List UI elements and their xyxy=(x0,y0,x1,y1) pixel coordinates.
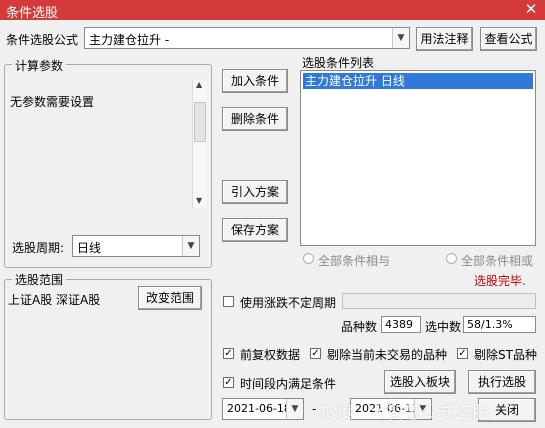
params-scrollbar[interactable]: ▲ ▼ xyxy=(192,80,207,208)
change-range-button[interactable]: 改变范围 xyxy=(138,286,202,310)
start-date-value: 2021-06-18 xyxy=(227,402,291,415)
time-range-checkbox[interactable]: ✓ xyxy=(223,377,234,388)
range-title: 选股范围 xyxy=(12,271,67,288)
time-range-label: 时间段内满足条件 xyxy=(240,377,337,391)
add-condition-button[interactable]: 加入条件 xyxy=(222,69,288,93)
all-and-label: 全部条件相与 xyxy=(318,254,391,268)
view-formula-button[interactable]: 查看公式 xyxy=(480,27,537,51)
selected-count-value: 58/1.3% xyxy=(463,316,536,333)
conditions-list[interactable]: 主力建仓拉升 日线 xyxy=(300,70,536,246)
variable-period-checkbox[interactable] xyxy=(223,296,234,307)
variable-period-label: 使用涨跌不定周期 xyxy=(240,296,337,310)
total-count-value: 4389 xyxy=(381,316,421,333)
close-icon[interactable]: ✕ xyxy=(520,0,542,18)
scroll-up-icon[interactable]: ▲ xyxy=(196,80,202,89)
params-message: 无参数需要设置 xyxy=(10,95,95,109)
date-separator: - xyxy=(312,402,317,416)
exclude-st-checkbox[interactable]: ✓ xyxy=(457,348,468,359)
exclude-untraded-label: 剔除当前未交易的品种 xyxy=(327,348,448,362)
delete-condition-button[interactable]: 删除条件 xyxy=(222,107,288,131)
start-date-picker[interactable]: 2021-06-18 ▼ xyxy=(222,398,304,420)
status-text: 选股完毕. xyxy=(474,274,526,288)
scroll-down-icon[interactable]: ▼ xyxy=(196,196,202,205)
formula-value: 主力建仓拉升 - xyxy=(89,33,170,47)
end-date-picker[interactable]: 2021-06-13 ▼ xyxy=(350,398,432,420)
scroll-thumb[interactable] xyxy=(194,102,206,142)
chevron-down-icon[interactable]: ▼ xyxy=(392,28,409,48)
list-item[interactable]: 主力建仓拉升 日线 xyxy=(303,73,533,89)
all-or-radio[interactable] xyxy=(446,253,457,264)
conditions-title: 选股条件列表 xyxy=(302,56,375,70)
window-title: 条件选股 xyxy=(6,6,59,21)
selected-count-label: 选中数 xyxy=(425,320,462,334)
execute-button[interactable]: 执行选股 xyxy=(468,370,536,394)
add-to-block-button[interactable]: 选股入板块 xyxy=(384,370,456,394)
all-or-label: 全部条件相或 xyxy=(461,254,534,268)
usage-note-button[interactable]: 用法注释 xyxy=(416,27,473,51)
period-dropdown[interactable]: 日线 ▼ xyxy=(72,235,200,257)
exclude-st-label: 剔除ST品种 xyxy=(474,348,537,362)
range-value: 上证A股 深证A股 xyxy=(8,293,101,307)
exclude-untraded-checkbox[interactable]: ✓ xyxy=(310,348,321,359)
formula-dropdown[interactable]: 主力建仓拉升 - ▼ xyxy=(84,27,410,49)
period-value: 日线 xyxy=(77,241,102,255)
end-date-value: 2021-06-13 xyxy=(355,402,419,415)
chevron-down-icon[interactable]: ▼ xyxy=(414,399,431,419)
params-title: 计算参数 xyxy=(12,57,67,74)
total-count-label: 品种数 xyxy=(341,320,378,334)
all-and-radio[interactable] xyxy=(303,253,314,264)
title-bar: 条件选股 ✕ xyxy=(0,0,545,21)
chevron-down-icon[interactable]: ▼ xyxy=(182,236,199,256)
period-label: 选股周期: xyxy=(12,241,65,255)
prior-adjust-checkbox[interactable]: ✓ xyxy=(223,348,234,359)
chevron-down-icon[interactable]: ▼ xyxy=(286,399,303,419)
formula-label: 条件选股公式 xyxy=(6,33,79,47)
variable-period-field[interactable] xyxy=(342,293,536,309)
close-button[interactable]: 关闭 xyxy=(478,398,536,422)
import-plan-button[interactable]: 引入方案 xyxy=(222,180,288,204)
prior-adjust-label: 前复权数据 xyxy=(240,348,301,362)
save-plan-button[interactable]: 保存方案 xyxy=(222,218,288,242)
